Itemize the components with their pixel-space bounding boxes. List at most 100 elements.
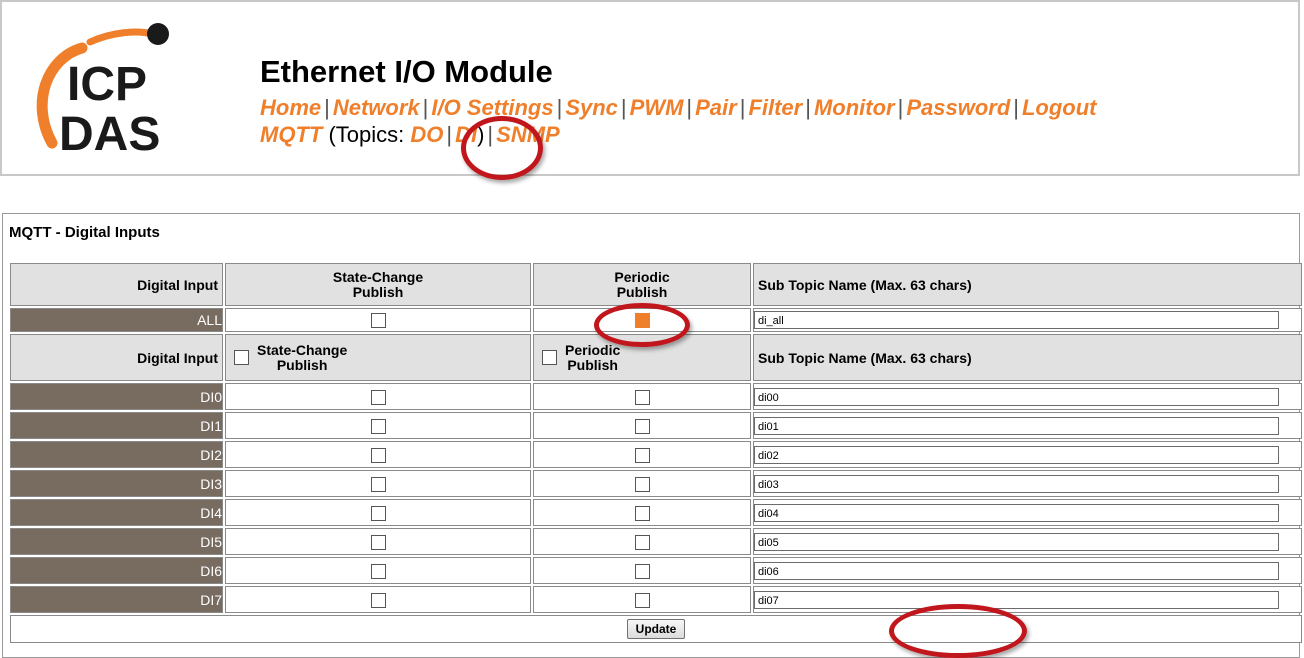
nav-pair-link[interactable]: Pair [695,95,737,120]
footer-cell: Update [10,615,1302,643]
col-state-change-line2: Publish [352,283,404,300]
state-change-checkbox[interactable] [370,534,386,550]
table-row: DI4 di04 [10,499,1302,526]
nav-separator: | [897,95,904,120]
row-label: DI6 [10,557,223,584]
subcol-periodic-line1: Periodic [565,341,621,358]
subcol-digital-input: Digital Input [10,334,223,381]
highlight-ring-update [889,604,1027,658]
state-change-checkbox[interactable] [370,447,386,463]
table-row: DI0 di00 [10,383,1302,410]
table-row: DI7 di07 [10,586,1302,613]
state-change-checkbox[interactable] [370,592,386,608]
highlight-ring-di-topic [461,116,543,180]
nav-monitor-link[interactable]: Monitor [814,95,895,120]
periodic-checkbox[interactable] [634,534,650,550]
periodic-checkbox[interactable] [634,592,650,608]
row-label: DI3 [10,470,223,497]
topic-cell: di05 [753,528,1302,555]
periodic-checkbox[interactable] [634,447,650,463]
topic-input[interactable]: di07 [754,590,1279,609]
nav-line-1: Home | Network | I/O Settings | Sync | PWM | Pair |… [260,94,1097,121]
nav-home-link[interactable]: Home [260,95,321,120]
periodic-checkbox[interactable] [634,418,650,434]
nav-separator: | [324,95,330,120]
state-change-cell [225,557,531,584]
nav-logout-link[interactable]: Logout [1022,95,1097,120]
nav-filter-link[interactable]: Filter [748,95,802,120]
nav-mqtt-link[interactable]: MQTT [260,122,322,147]
highlight-ring-periodic-all [594,303,690,347]
topic-input[interactable]: di02 [754,445,1279,464]
all-topic-input[interactable]: di_all [754,311,1279,329]
table-row: DI3 di03 [10,470,1302,497]
state-change-cell [225,528,531,555]
col-sub-topic: Sub Topic Name (Max. 63 chars) [753,263,1302,306]
topics-prefix: (Topics: [328,122,411,147]
periodic-cell [533,499,751,526]
app-title: Ethernet I/O Module [260,54,553,89]
nav-separator: | [446,122,453,147]
state-change-checkbox[interactable] [370,505,386,521]
periodic-cell [533,586,751,613]
row-label: DI0 [10,383,223,410]
subcol-state-change-label: State-Change Publish [257,341,348,373]
topic-cell: di07 [753,586,1302,613]
table-footer-row: Update [10,615,1302,643]
topic-input[interactable]: di00 [754,387,1279,406]
panel-title: MQTT - Digital Inputs [9,224,160,241]
col-periodic-line2: Publish [616,283,668,300]
periodic-checkbox[interactable] [634,563,650,579]
topic-input[interactable]: di05 [754,532,1279,551]
periodic-cell [533,557,751,584]
subcol-state-change-line1: State-Change [257,341,348,358]
subcol-state-change-line2: Publish [276,356,328,373]
row-label-all: ALL [10,308,223,332]
row-label: DI1 [10,412,223,439]
topic-input[interactable]: di04 [754,503,1279,522]
periodic-checkbox[interactable] [634,505,650,521]
periodic-checkbox[interactable] [634,389,650,405]
nav-line-2: MQTT (Topics: DO | DI) | SNMP [260,121,1097,148]
topic-cell: di01 [753,412,1302,439]
state-change-checkbox[interactable] [370,476,386,492]
state-change-checkbox[interactable] [370,563,386,579]
state-change-checkbox[interactable] [370,418,386,434]
all-state-change-checkbox[interactable] [370,313,386,329]
subcol-state-change: State-Change Publish [225,334,531,381]
topic-cell: di04 [753,499,1302,526]
state-change-checkbox[interactable] [370,389,386,405]
nav-separator: | [556,95,563,120]
col-digital-input: Digital Input [10,263,223,306]
nav-topic-do-link[interactable]: DO [410,122,443,147]
state-change-cell [225,499,531,526]
col-state-change-line1: State-Change [332,268,424,285]
subcol-sub-topic: Sub Topic Name (Max. 63 chars) [753,334,1302,381]
select-all-state-change-checkbox[interactable] [234,350,249,365]
topic-cell: di03 [753,470,1302,497]
nav-sync-link[interactable]: Sync [565,95,618,120]
update-button[interactable]: Update [626,619,686,639]
topic-cell: di02 [753,441,1302,468]
select-all-periodic-checkbox[interactable] [542,350,557,365]
all-topic-cell: di_all [753,308,1302,332]
nav-separator: | [620,95,627,120]
nav-network-link[interactable]: Network [333,95,420,120]
row-label: DI2 [10,441,223,468]
periodic-cell [533,383,751,410]
topic-input[interactable]: di01 [754,416,1279,435]
nav-password-link[interactable]: Password [906,95,1010,120]
state-change-cell [225,412,531,439]
state-change-cell [225,586,531,613]
state-change-cell [225,441,531,468]
periodic-cell [533,528,751,555]
nav-pwm-link[interactable]: PWM [630,95,684,120]
topic-input[interactable]: di06 [754,561,1279,580]
nav-separator: | [686,95,693,120]
table-row: DI2 di02 [10,441,1302,468]
topic-input[interactable]: di03 [754,474,1279,493]
subcol-periodic-line2: Publish [567,356,618,373]
row-label: DI4 [10,499,223,526]
periodic-checkbox[interactable] [634,476,650,492]
nav-separator: | [805,95,811,120]
